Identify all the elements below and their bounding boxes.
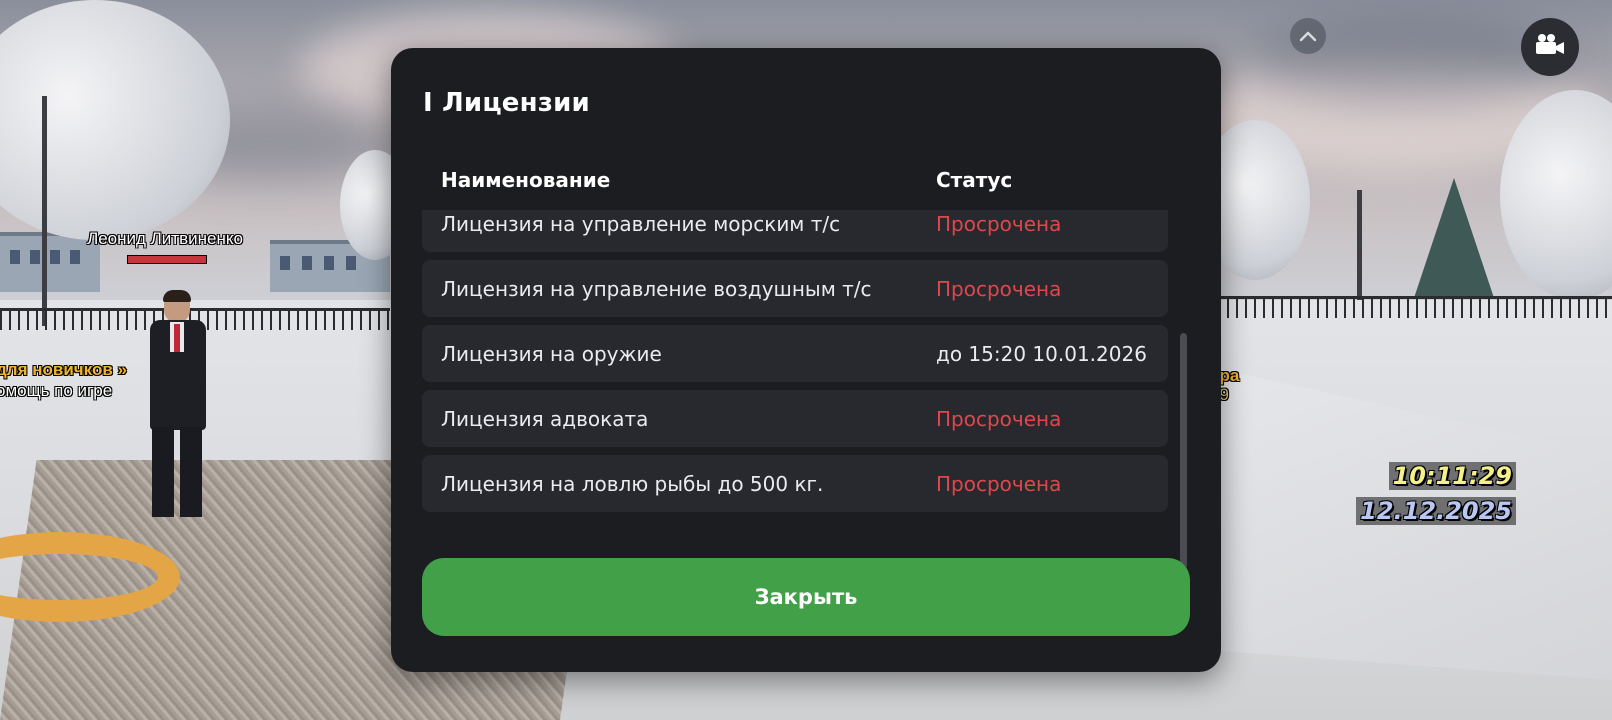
close-button[interactable]: Закрыть	[422, 558, 1190, 636]
license-status: Просрочена	[936, 276, 1062, 301]
collapse-button[interactable]	[1290, 18, 1326, 54]
column-header-name: Наименование	[441, 168, 611, 192]
license-name: Лицензия на ловлю рыбы до 500 кг.	[441, 471, 824, 496]
game-clock-date: 12.12.2025	[1356, 497, 1516, 525]
license-row[interactable]: Лицензия на оружие до 15:20 10.01.2026	[422, 325, 1168, 382]
license-row[interactable]: Лицензия адвоката Просрочена	[422, 390, 1168, 447]
game-help-label: омощь по игре	[0, 381, 113, 400]
camera-toggle-button[interactable]	[1521, 18, 1579, 76]
license-status: до 15:20 10.01.2026	[936, 341, 1147, 366]
license-status: Просрочена	[936, 406, 1062, 431]
license-row[interactable]: Лицензия на управление воздушным т/с Прос…	[422, 260, 1168, 317]
license-row[interactable]: Лицензия на ловлю рыбы до 500 кг. Просроч…	[422, 455, 1168, 512]
licenses-list[interactable]: Лицензия на управление морским т/с Просро…	[422, 210, 1168, 562]
license-name: Лицензия на управление воздушным т/с	[441, 276, 872, 301]
game-clock-time: 10:11:29	[1388, 462, 1516, 490]
list-scrollbar[interactable]	[1180, 333, 1187, 569]
license-status: Просрочена	[936, 471, 1062, 496]
player-health-bar	[127, 255, 207, 264]
player-nametag: Леонид Литвиненко	[87, 229, 243, 248]
license-name: Лицензия на оружие	[441, 341, 662, 366]
license-row[interactable]: Лицензия на управление морским т/с Просро…	[422, 210, 1168, 252]
dialog-title: I Лицензии	[423, 88, 590, 118]
player-character	[146, 290, 210, 522]
video-camera-icon	[1534, 33, 1566, 61]
column-header-status: Статус	[936, 168, 1013, 192]
license-name: Лицензия адвоката	[441, 406, 649, 431]
license-name: Лицензия на управление морским т/с	[441, 211, 841, 236]
licenses-dialog: I Лицензии Наименование Статус Лицензия …	[391, 48, 1221, 672]
license-status: Просрочена	[936, 211, 1062, 236]
newbie-hint-label: для новичков »	[0, 360, 127, 379]
chevron-up-icon	[1299, 27, 1317, 46]
